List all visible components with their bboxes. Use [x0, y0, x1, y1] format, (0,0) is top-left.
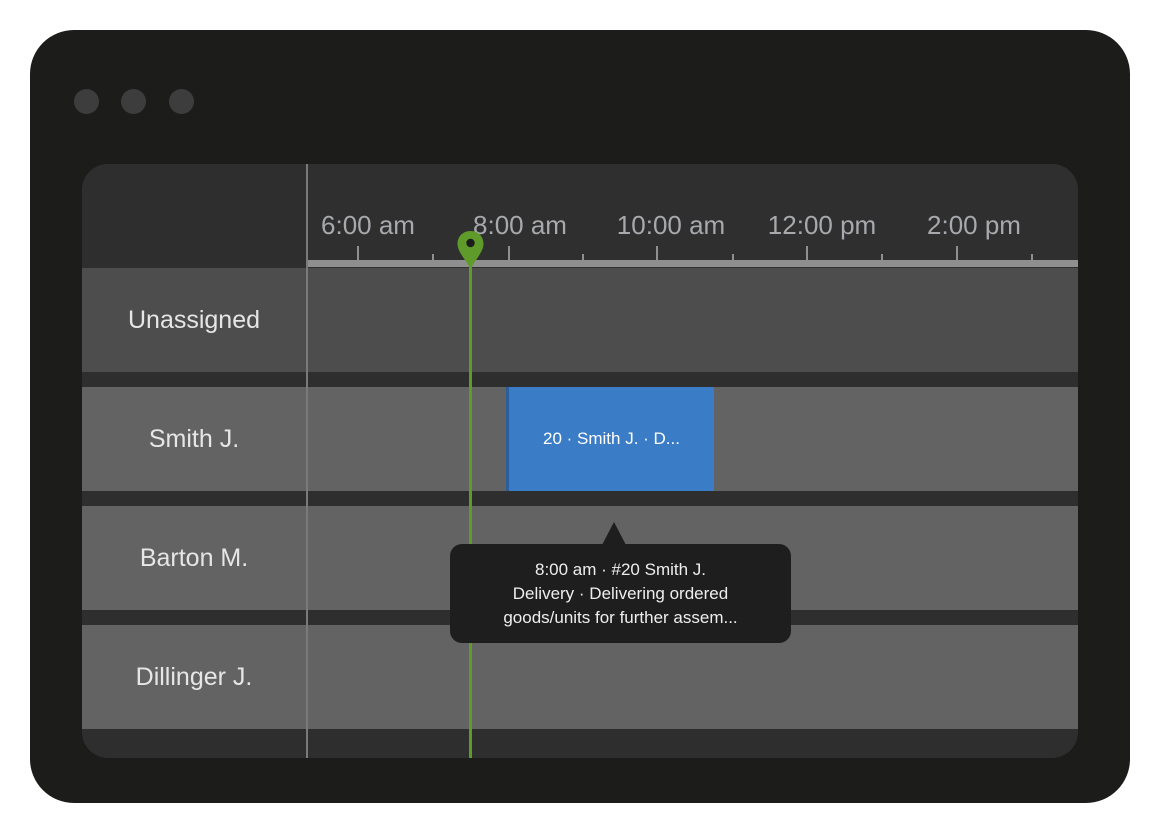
resource-label: Unassigned — [127, 305, 261, 334]
tooltip-line-2: Delivery · Delivering ordered — [512, 583, 729, 603]
resource-row-unassigned: Unassigned — [82, 268, 1078, 372]
time-label-8am: 8:00 am — [473, 210, 567, 240]
window-dot-1[interactable] — [74, 89, 99, 114]
tick — [508, 246, 510, 260]
current-time-line — [469, 260, 472, 758]
event-tooltip: 8:00 am · #20 Smith J. Delivery · Delive… — [450, 544, 791, 643]
tooltip-line-3: goods/units for further assem... — [503, 607, 738, 627]
time-ruler — [306, 260, 1078, 267]
tick — [806, 246, 808, 260]
tooltip-line-1: 8:00 am · #20 Smith J. — [534, 559, 707, 579]
event-block[interactable]: 20 · Smith J. · D... — [506, 387, 714, 491]
timeline-header: 6:00 am 8:00 am 10:00 am 12:00 pm 2:00 p… — [82, 164, 1078, 268]
tooltip-arrow — [602, 522, 626, 545]
tick — [656, 246, 658, 260]
location-pin-icon[interactable] — [456, 230, 485, 270]
time-label-12pm: 12:00 pm — [767, 210, 877, 240]
resource-lane[interactable] — [308, 268, 1078, 372]
time-label-2pm: 2:00 pm — [927, 210, 1021, 240]
resource-label: Smith J. — [148, 424, 240, 453]
app-window: 6:00 am 8:00 am 10:00 am 12:00 pm 2:00 p… — [30, 30, 1130, 803]
scheduler-panel: 6:00 am 8:00 am 10:00 am 12:00 pm 2:00 p… — [82, 164, 1078, 758]
column-divider — [306, 164, 308, 758]
resource-label: Dillinger J. — [135, 662, 253, 691]
resource-label: Barton M. — [139, 543, 249, 572]
window-dot-3[interactable] — [169, 89, 194, 114]
time-label-6am: 6:00 am — [321, 210, 415, 240]
tick — [956, 246, 958, 260]
window-dot-2[interactable] — [121, 89, 146, 114]
time-label-10am: 10:00 am — [616, 210, 726, 240]
tick — [357, 246, 359, 260]
